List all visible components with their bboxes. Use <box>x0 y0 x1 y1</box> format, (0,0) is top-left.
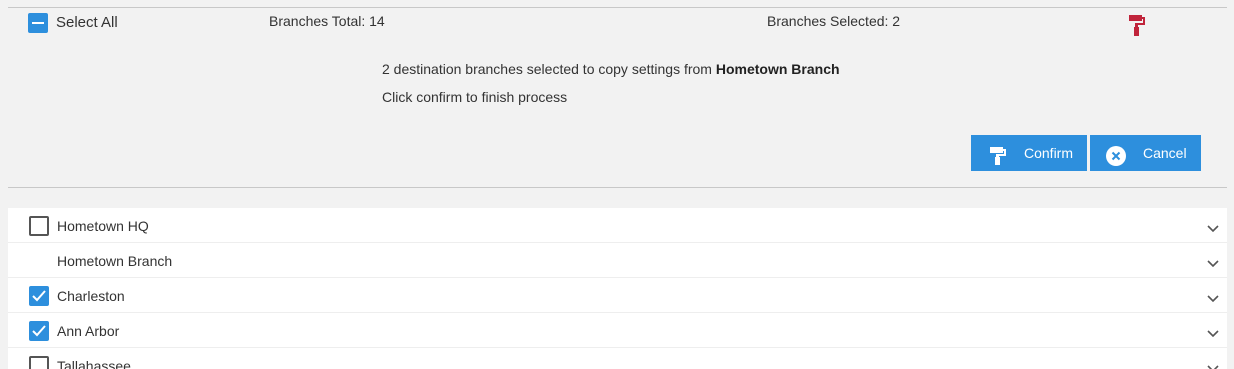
confirm-button[interactable]: Confirm <box>971 135 1087 171</box>
branch-row-hometown-branch[interactable]: Hometown Branch <box>8 243 1227 278</box>
chevron-down-icon[interactable] <box>1206 221 1220 233</box>
branch-row-hometown-hq[interactable]: Hometown HQ <box>8 208 1227 243</box>
bottom-divider <box>8 187 1227 188</box>
chevron-down-icon[interactable] <box>1206 256 1220 268</box>
select-all-checkbox[interactable] <box>28 13 48 33</box>
branch-name: Charleston <box>57 288 125 304</box>
chevron-down-icon[interactable] <box>1206 291 1220 303</box>
cancel-button-label: Cancel <box>1143 145 1187 161</box>
branch-checkbox[interactable] <box>29 321 49 341</box>
branch-list: Hometown HQ Hometown Branch Charleston A… <box>8 208 1227 369</box>
branch-checkbox[interactable] <box>29 356 49 369</box>
branch-checkbox[interactable] <box>29 216 49 236</box>
branch-row-ann-arbor[interactable]: Ann Arbor <box>8 313 1227 348</box>
branch-name: Hometown HQ <box>57 218 149 234</box>
selection-summary-text: 2 destination branches selected to copy … <box>382 61 716 77</box>
selection-summary-message: 2 destination branches selected to copy … <box>382 60 840 78</box>
paint-roller-icon[interactable] <box>1126 13 1148 37</box>
branches-selected-count: Branches Selected: 2 <box>767 13 901 29</box>
branch-name: Hometown Branch <box>57 253 173 269</box>
chevron-down-icon[interactable] <box>1206 361 1220 369</box>
paint-roller-icon <box>989 143 1009 165</box>
branch-row-charleston[interactable]: Charleston <box>8 278 1227 313</box>
branches-total-count: Branches Total: 14 <box>269 13 385 29</box>
branch-row-tallahassee[interactable]: Tallahassee <box>8 348 1227 369</box>
branch-name: Tallahassee <box>57 358 131 369</box>
branch-checkbox[interactable] <box>29 286 49 306</box>
copy-settings-panel: Select All Branches Total: 14 Branches S… <box>0 0 1234 200</box>
close-circle-icon <box>1106 143 1126 166</box>
source-branch-name: Hometown Branch <box>715 61 840 77</box>
copy-settings-page: Select All Branches Total: 14 Branches S… <box>0 0 1234 369</box>
confirm-instruction-message: Click confirm to finish process <box>382 89 568 105</box>
confirm-button-label: Confirm <box>1024 145 1074 161</box>
chevron-down-icon[interactable] <box>1206 326 1220 338</box>
indeterminate-dash-icon <box>32 22 44 24</box>
cancel-button[interactable]: Cancel <box>1090 135 1201 171</box>
branch-name: Ann Arbor <box>57 323 120 339</box>
top-divider <box>8 7 1227 8</box>
select-all-label[interactable]: Select All <box>56 14 118 32</box>
